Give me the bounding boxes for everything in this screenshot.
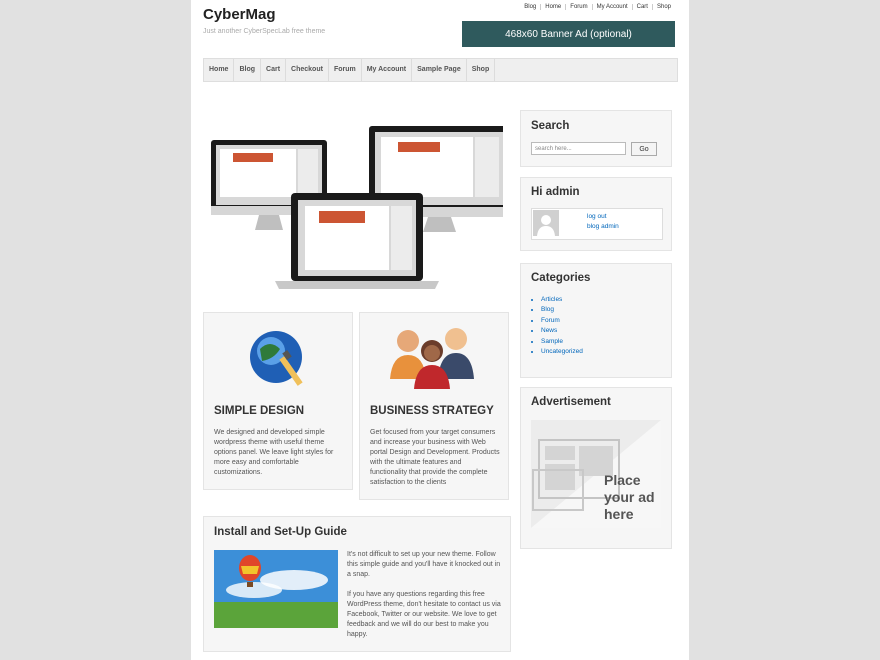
feature-text: Get focused from your target consumers a… — [370, 429, 500, 486]
advertisement-widget-title: Advertisement — [531, 396, 611, 408]
categories-list: Articles Blog Forum News Sample Uncatego… — [533, 295, 583, 357]
category-item[interactable]: Sample — [541, 337, 583, 347]
top-nav-blog[interactable]: Blog — [520, 4, 540, 10]
banner-ad[interactable]: 468x60 Banner Ad (optional) — [462, 21, 675, 47]
hot-air-balloon-image — [214, 550, 338, 628]
install-guide-card: Install and Set-Up Guide It's not diffic… — [203, 516, 511, 652]
main-nav-cart[interactable]: Cart — [261, 59, 287, 81]
top-nav: Blog Home Forum My Account Cart Shop — [520, 4, 675, 10]
main-nav-blog[interactable]: Blog — [234, 59, 262, 81]
advertisement-widget: Advertisement Place your ad here — [520, 387, 672, 549]
user-widget: Hi admin log out blog admin — [520, 177, 672, 251]
categories-widget: Categories Articles Blog Forum News Samp… — [520, 263, 672, 378]
search-widget-title: Search — [531, 120, 570, 132]
site-tagline: Just another CyberSpecLab free theme — [203, 28, 326, 35]
avatar — [533, 210, 559, 236]
main-nav-forum[interactable]: Forum — [329, 59, 362, 81]
page: CyberMag Just another CyberSpecLab free … — [191, 0, 689, 660]
top-nav-my-account[interactable]: My Account — [591, 4, 632, 10]
main-nav-my-account[interactable]: My Account — [362, 59, 413, 81]
guide-paragraph: If you have any questions regarding this… — [347, 591, 501, 638]
logout-link[interactable]: log out — [587, 213, 607, 220]
main-nav-shop[interactable]: Shop — [467, 59, 496, 81]
top-nav-cart[interactable]: Cart — [631, 4, 652, 10]
category-item[interactable]: Blog — [541, 305, 583, 315]
search-input[interactable]: search here... — [531, 142, 626, 155]
business-people-icon — [390, 328, 474, 389]
guide-title: Install and Set-Up Guide — [214, 526, 347, 538]
main-nav-checkout[interactable]: Checkout — [286, 59, 329, 81]
feature-title: SIMPLE DESIGN — [214, 405, 305, 417]
ad-placeholder-text: Place your ad here — [604, 472, 655, 522]
category-item[interactable]: News — [541, 326, 583, 336]
globe-paintbrush-icon — [250, 331, 303, 386]
feature-text: We designed and developed simple wordpre… — [214, 429, 334, 476]
feature-title: BUSINESS STRATEGY — [370, 405, 494, 417]
category-item[interactable]: Forum — [541, 316, 583, 326]
category-item[interactable]: Articles — [541, 295, 583, 305]
guide-paragraph: It's not difficult to set up your new th… — [347, 551, 501, 578]
user-widget-title: Hi admin — [531, 186, 580, 198]
user-box: log out blog admin — [531, 208, 663, 240]
main-nav: Home Blog Cart Checkout Forum My Account… — [203, 58, 678, 82]
category-item[interactable]: Uncategorized — [541, 347, 583, 357]
top-nav-forum[interactable]: Forum — [565, 4, 591, 10]
categories-widget-title: Categories — [531, 272, 591, 284]
feature-card-simple-design: SIMPLE DESIGN We designed and developed … — [203, 312, 353, 490]
feature-card-business-strategy: BUSINESS STRATEGY Get focused from your … — [359, 312, 509, 500]
top-nav-shop[interactable]: Shop — [651, 4, 675, 10]
blog-admin-link[interactable]: blog admin — [587, 223, 619, 230]
search-widget: Search search here... Go — [520, 110, 672, 167]
ad-placeholder[interactable]: Place your ad here — [531, 420, 661, 528]
top-nav-home[interactable]: Home — [540, 4, 565, 10]
main-nav-sample-page[interactable]: Sample Page — [412, 59, 467, 81]
search-go-button[interactable]: Go — [631, 142, 657, 156]
main-nav-home[interactable]: Home — [204, 59, 235, 81]
site-title[interactable]: CyberMag — [203, 6, 276, 23]
hero-devices-image — [211, 126, 503, 289]
